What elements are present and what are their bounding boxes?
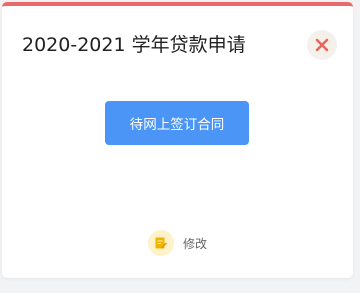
close-button[interactable] — [307, 30, 337, 60]
edit-icon — [148, 230, 174, 256]
edit-link[interactable]: 修改 — [148, 230, 207, 256]
sign-contract-button[interactable]: 待网上签订合同 — [105, 101, 249, 145]
loan-application-card: 2020-2021 学年贷款申请 待网上签订合同 修改 — [2, 2, 353, 278]
card-title: 2020-2021 学年贷款申请 — [22, 34, 246, 56]
edit-label: 修改 — [183, 236, 208, 251]
close-icon — [315, 38, 329, 52]
